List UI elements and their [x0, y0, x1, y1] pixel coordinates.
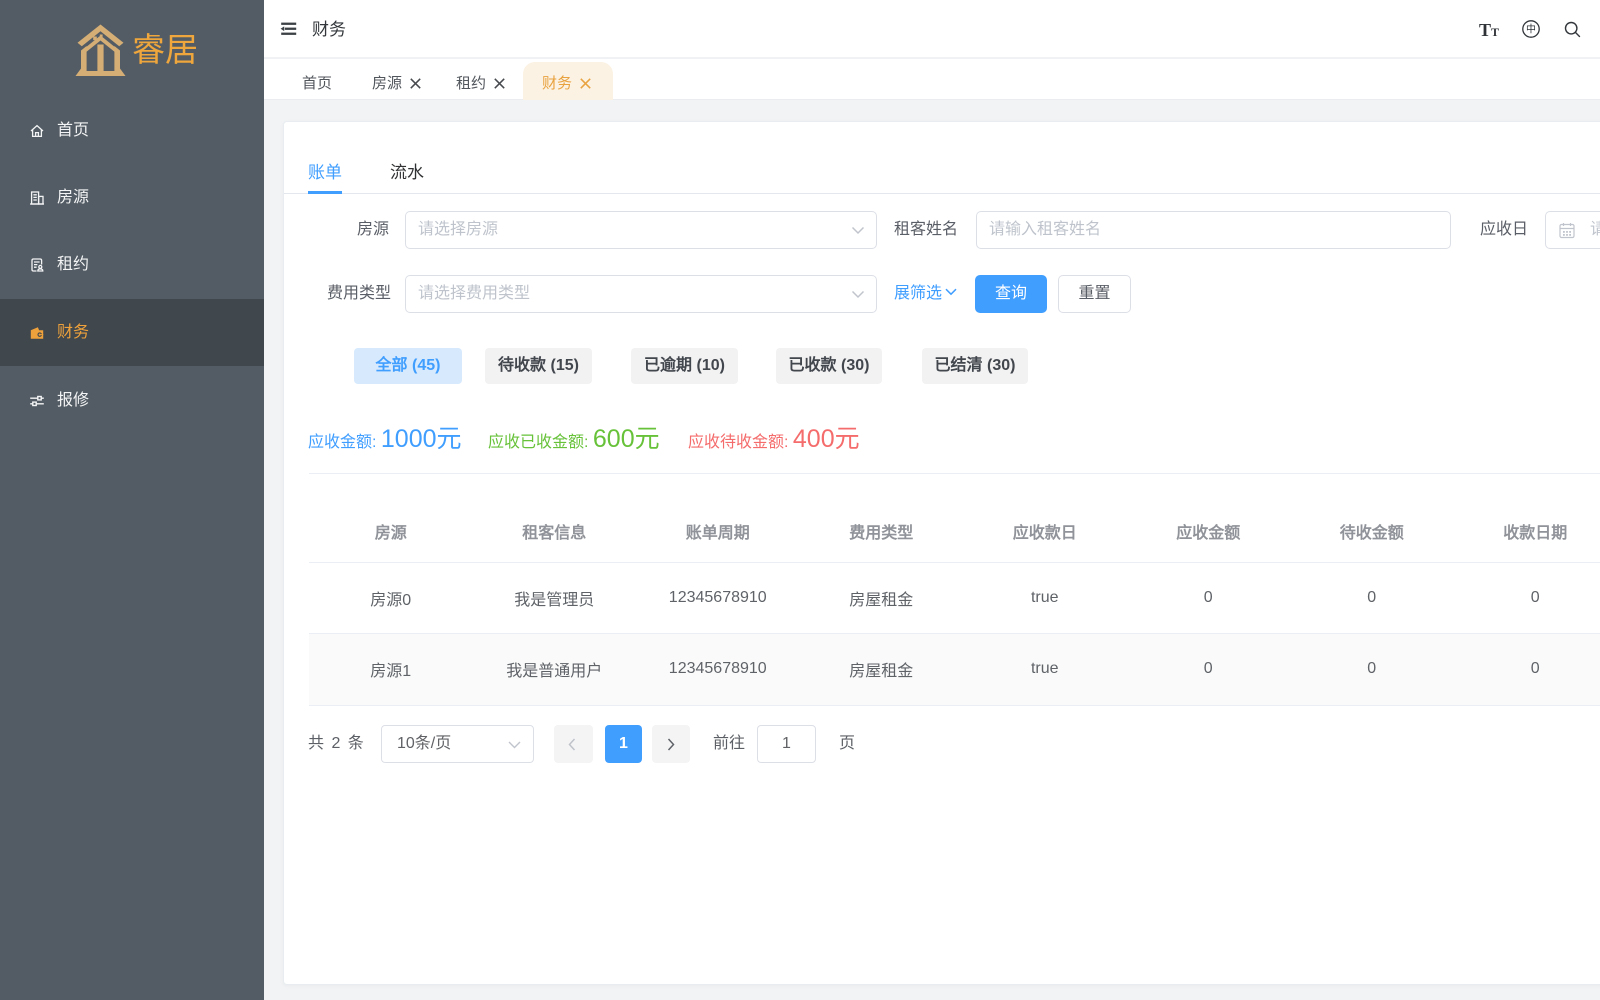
svg-text:中: 中	[1526, 23, 1536, 36]
